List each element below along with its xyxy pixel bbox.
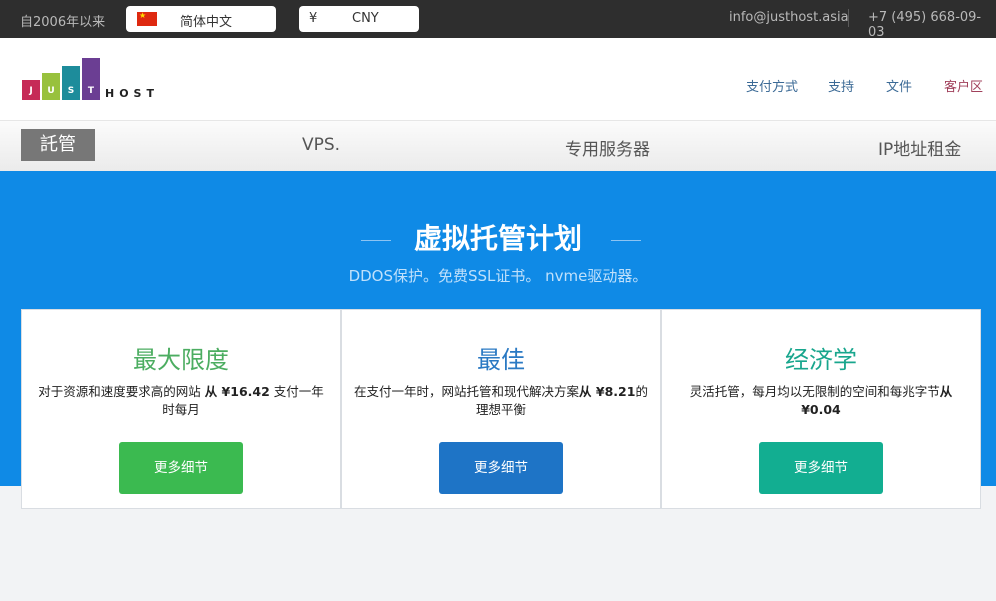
logo-bar-t: T (82, 58, 100, 100)
nav-client-area[interactable]: 客户区 (944, 76, 983, 95)
currency-label: CNY (352, 11, 379, 26)
menu-item-ip-rent[interactable]: IP地址租金 (878, 135, 961, 160)
logo-bar-s: S (62, 66, 80, 100)
plan-card-maximum: 最大限度 对于资源和速度要求高的网站 从 ¥16.42 支付一年时每月 更多细节 (21, 309, 341, 509)
plan-description: 对于资源和速度要求高的网站 从 ¥16.42 支付一年时每月 (38, 384, 324, 417)
logo-letter-s: S (67, 86, 75, 96)
email-link[interactable]: info@justhost.asia (729, 10, 849, 25)
nav-payment-methods[interactable]: 支付方式 (746, 76, 798, 95)
top-bar: 自2006年以来 简体中文 ¥ CNY info@justhost.asia +… (0, 0, 996, 40)
plan-title: 经济学 (785, 346, 857, 374)
nav-support[interactable]: 支持 (828, 76, 854, 95)
logo-host-text: HOST (105, 87, 159, 100)
logo-letter-t: T (87, 86, 95, 96)
hero-line-right (611, 240, 641, 241)
main-menu: 託管 VPS. 专用服务器 IP地址租金 (0, 120, 996, 171)
logo-letter-j: J (29, 86, 33, 96)
logo-bar-j: J (22, 80, 40, 100)
plan-price: 从 ¥8.21 (579, 384, 636, 399)
language-label: 简体中文 (180, 15, 233, 30)
plan-card-economy: 经济学 灵活托管，每月均以无限制的空间和每兆字节从 ¥0.04 更多细节 (661, 309, 981, 509)
language-select[interactable]: 简体中文 (126, 6, 276, 32)
menu-item-dedicated[interactable]: 专用服务器 (565, 135, 650, 160)
top-divider (848, 9, 849, 27)
plan-description: 灵活托管，每月均以无限制的空间和每兆字节从 ¥0.04 (689, 384, 953, 417)
more-details-button[interactable]: 更多细节 (759, 442, 883, 494)
currency-symbol: ¥ (309, 11, 318, 26)
phone-link[interactable]: +7 (495) 668-09-03 (868, 10, 996, 40)
more-details-button[interactable]: 更多细节 (119, 442, 243, 494)
justhost-logo[interactable]: J U S T HOST (22, 58, 162, 102)
hero-title: 虚拟托管计划 (413, 222, 582, 255)
currency-select[interactable]: ¥ CNY (299, 6, 419, 32)
logo-letter-u: U (47, 86, 55, 96)
hero-subtitle: DDOS保护。免费SSL证书。 nvme驱动器。 (348, 267, 648, 285)
china-flag-icon (137, 9, 157, 26)
menu-item-hosting[interactable]: 託管 (21, 129, 95, 161)
plan-cards: 最大限度 对于资源和速度要求高的网站 从 ¥16.42 支付一年时每月 更多细节… (21, 309, 981, 509)
more-details-button[interactable]: 更多细节 (439, 442, 563, 494)
plan-description: 在支付一年时，网站托管和现代解决方案从 ¥8.21的理想平衡 (354, 384, 648, 417)
menu-item-vps[interactable]: VPS. (302, 135, 340, 155)
since-text: 自2006年以来 (20, 15, 106, 30)
header: J U S T HOST 支付方式 支持 文件 客户区 (0, 38, 996, 120)
logo-bar-u: U (42, 73, 60, 100)
plan-title: 最大限度 (133, 346, 229, 374)
nav-documents[interactable]: 文件 (886, 76, 912, 95)
plan-price: 从 ¥16.42 (204, 384, 270, 399)
plan-title: 最佳 (477, 346, 525, 374)
plan-card-optimal: 最佳 在支付一年时，网站托管和现代解决方案从 ¥8.21的理想平衡 更多细节 (341, 309, 661, 509)
